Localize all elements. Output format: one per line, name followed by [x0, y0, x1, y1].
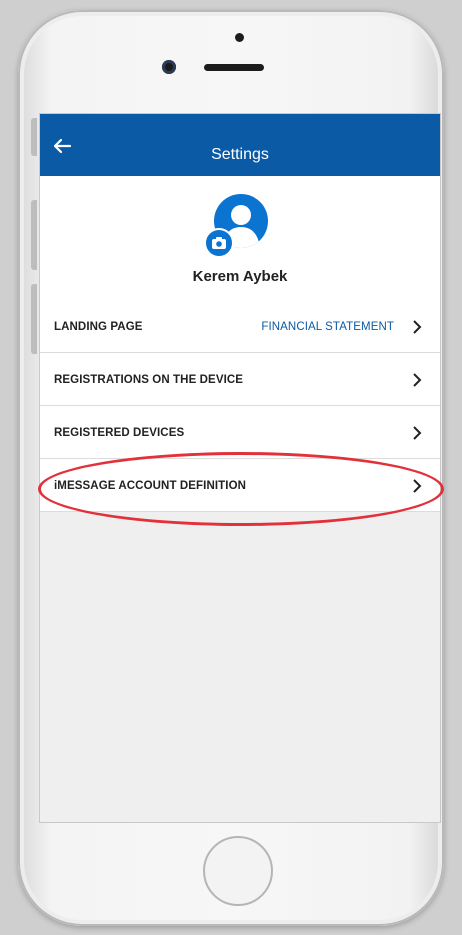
earpiece-speaker	[204, 64, 264, 71]
settings-item-registrations-on-device[interactable]: REGISTRATIONS ON THE DEVICE	[40, 353, 440, 406]
settings-item-label: iMESSAGE ACCOUNT DEFINITION	[54, 480, 247, 492]
user-name: Kerem Aybek	[192, 268, 288, 285]
home-button[interactable]	[203, 836, 273, 906]
chevron-right-icon	[413, 320, 422, 334]
settings-item-landing-page[interactable]: LANDING PAGE FINANCIAL STATEMENT	[40, 300, 440, 353]
settings-item-registered-devices[interactable]: REGISTERED DEVICES	[40, 406, 440, 459]
app-screen: Settings Kerem Aybek LANDING PAGE FINANC…	[40, 114, 440, 822]
volume-down-button	[31, 284, 37, 354]
navigation-bar: Settings	[40, 114, 440, 176]
volume-up-button	[31, 200, 37, 270]
settings-item-value: FINANCIAL STATEMENT	[261, 321, 394, 333]
chevron-right-icon	[413, 479, 422, 493]
settings-item-label: LANDING PAGE	[54, 321, 143, 333]
proximity-sensor	[235, 33, 244, 42]
settings-item-label: REGISTERED DEVICES	[54, 427, 185, 439]
mute-switch	[31, 118, 37, 156]
settings-item-imessage-account-definition[interactable]: iMESSAGE ACCOUNT DEFINITION	[40, 459, 440, 512]
change-photo-button[interactable]	[204, 228, 234, 258]
page-title: Settings	[211, 146, 269, 163]
profile-section: Kerem Aybek	[40, 176, 440, 301]
front-camera	[162, 60, 176, 74]
chevron-right-icon	[413, 373, 422, 387]
settings-item-label: REGISTRATIONS ON THE DEVICE	[54, 374, 244, 386]
chevron-right-icon	[413, 426, 422, 440]
camera-icon	[212, 237, 226, 249]
